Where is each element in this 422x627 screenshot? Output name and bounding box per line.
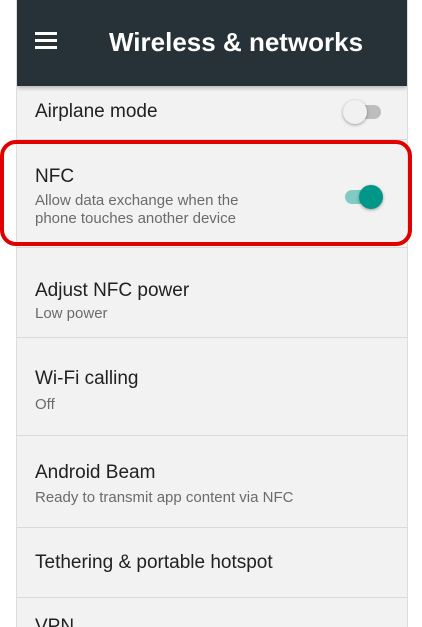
setting-wifi-calling[interactable]: Wi-Fi calling Off xyxy=(17,338,407,436)
setting-title: Tethering & portable hotspot xyxy=(35,552,273,573)
app-bar: Wireless & networks xyxy=(17,0,407,86)
setting-summary: Low power xyxy=(35,305,108,322)
setting-adjust-nfc-power[interactable]: Adjust NFC power Low power xyxy=(17,248,407,338)
page-title: Wireless & networks xyxy=(109,27,364,57)
setting-summary: phone touches another device xyxy=(35,210,236,227)
settings-screen: Wireless & networks Airplane mode NFC Al… xyxy=(16,0,408,627)
setting-summary: Allow data exchange when the xyxy=(35,192,239,209)
setting-title: VPN xyxy=(35,616,75,627)
setting-title: Wi-Fi calling xyxy=(35,368,139,389)
setting-title: Android Beam xyxy=(35,462,156,483)
menu-icon-bar xyxy=(35,32,57,35)
menu-icon-bar xyxy=(35,39,57,42)
setting-tethering-hotspot[interactable]: Tethering & portable hotspot xyxy=(17,528,407,598)
switch-thumb xyxy=(343,100,367,124)
setting-airplane-mode[interactable]: Airplane mode xyxy=(17,86,407,140)
switch-thumb xyxy=(359,185,383,209)
setting-title: Adjust NFC power xyxy=(35,280,190,301)
setting-android-beam[interactable]: Android Beam Ready to transmit app conte… xyxy=(17,436,407,528)
hamburger-menu-icon[interactable] xyxy=(35,32,57,50)
setting-title: NFC xyxy=(35,166,75,187)
nfc-switch[interactable] xyxy=(343,185,383,209)
menu-icon-bar xyxy=(35,46,57,49)
setting-summary: Off xyxy=(35,396,55,413)
setting-nfc[interactable]: NFC Allow data exchange when the phone t… xyxy=(17,140,407,248)
setting-summary: Ready to transmit app content via NFC xyxy=(35,489,294,506)
setting-title: Airplane mode xyxy=(35,101,158,122)
setting-vpn[interactable]: VPN xyxy=(17,598,407,627)
airplane-mode-switch[interactable] xyxy=(343,100,383,124)
